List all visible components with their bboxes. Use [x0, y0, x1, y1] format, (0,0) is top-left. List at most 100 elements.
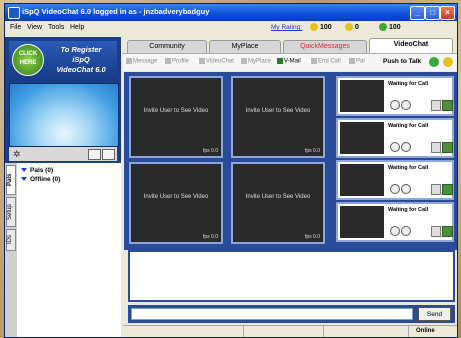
- zoom-in-icon[interactable]: [390, 226, 400, 236]
- pals-list: Pals (0) Offline (0): [17, 163, 121, 337]
- self-video-preview: [9, 83, 119, 147]
- tab-community[interactable]: Community: [127, 40, 207, 53]
- waiting-label: Waiting for Call: [388, 123, 429, 129]
- zoom-out-icon[interactable]: [401, 142, 411, 152]
- video-grid: Invite User to See Video fps 0.0 Invite …: [124, 72, 457, 250]
- profile-icon: [165, 58, 171, 64]
- expand-arrow-icon: [21, 168, 27, 173]
- waiting-label: Waiting for Call: [388, 81, 429, 87]
- chat-log[interactable]: [128, 250, 455, 302]
- speaker-icon[interactable]: [431, 226, 441, 237]
- menu-tools[interactable]: Tools: [48, 24, 64, 31]
- waiting-label: Waiting for Call: [388, 207, 429, 213]
- pal-button[interactable]: Pal: [349, 58, 365, 65]
- close-button[interactable]: ×: [440, 6, 455, 20]
- app-icon: [8, 7, 20, 19]
- vmail-button[interactable]: V-Mail: [277, 58, 301, 65]
- menu-file[interactable]: File: [10, 24, 21, 31]
- call-slot-4[interactable]: Waiting for Call: [336, 202, 454, 242]
- left-panel: CLICK HERE To Register iSpQ VideoChat 6.0…: [5, 37, 121, 337]
- message-button[interactable]: Message: [126, 58, 157, 65]
- main-tabs: Community MyPlace QuickMessages VideoCha…: [123, 37, 457, 53]
- side-tab-ids[interactable]: IDs: [6, 229, 16, 251]
- status-bar: Online: [123, 325, 457, 337]
- help-icon[interactable]: [443, 57, 453, 67]
- videochat-icon: [199, 58, 205, 64]
- call-slot-1[interactable]: Waiting for Call: [336, 76, 454, 116]
- coin-icon: [345, 23, 353, 31]
- push-to-talk-button[interactable]: Push to Talk: [383, 58, 421, 65]
- speaker-icon[interactable]: [431, 100, 441, 111]
- call-preview: [340, 206, 384, 238]
- video-slot-2[interactable]: Invite User to See Video fps 0.0: [231, 76, 325, 158]
- register-text: To Register iSpQ VideoChat 6.0: [56, 45, 106, 74]
- stat-green: 100: [379, 23, 401, 31]
- window-title: iSpQ VideoChat 6.0 logged in as - jnzbad…: [22, 7, 210, 16]
- side-tab-pals[interactable]: Pals: [6, 165, 16, 195]
- invite-text: Invite User to See Video: [143, 194, 209, 200]
- gold-coin-icon: [310, 23, 318, 31]
- endcall-button[interactable]: End Call: [311, 58, 341, 65]
- my-rating-link[interactable]: My Rating:: [271, 24, 302, 31]
- myplace-button[interactable]: MyPlace: [241, 58, 271, 65]
- status-divider: [323, 326, 324, 337]
- fps-label: fps 0.0: [202, 148, 218, 154]
- title-bar[interactable]: iSpQ VideoChat 6.0 logged in as - jnzbad…: [5, 4, 457, 21]
- small-view-button[interactable]: [88, 149, 101, 160]
- users-icon[interactable]: [442, 142, 453, 153]
- speaker-icon[interactable]: [431, 184, 441, 195]
- invite-text: Invite User to See Video: [245, 108, 311, 114]
- maximize-button[interactable]: □: [425, 6, 440, 20]
- app-window: iSpQ VideoChat 6.0 logged in as - jnzbad…: [4, 3, 458, 338]
- tab-myplace[interactable]: MyPlace: [209, 40, 281, 53]
- online-status[interactable]: Online: [416, 328, 435, 334]
- fps-label: fps 0.0: [202, 234, 218, 240]
- users-icon[interactable]: [442, 100, 453, 111]
- side-tab-setup[interactable]: Setup: [6, 197, 16, 227]
- zoom-out-icon[interactable]: [401, 100, 411, 110]
- speaker-icon[interactable]: [431, 142, 441, 153]
- fps-label: fps 0.0: [304, 148, 320, 154]
- menu-bar: File View Tools Help My Rating: 100 0 10…: [5, 21, 457, 35]
- send-button[interactable]: Send: [418, 307, 451, 321]
- message-icon: [126, 58, 132, 64]
- register-banner[interactable]: CLICK HERE To Register iSpQ VideoChat 6.0: [9, 41, 117, 81]
- offline-group[interactable]: Offline (0): [21, 176, 60, 183]
- message-input-row: Send: [128, 305, 455, 323]
- click-here-badge[interactable]: CLICK HERE: [12, 44, 44, 76]
- fps-label: fps 0.0: [304, 234, 320, 240]
- tab-quickmessages[interactable]: QuickMessages: [283, 40, 367, 53]
- users-icon[interactable]: [442, 226, 453, 237]
- menu-view[interactable]: View: [27, 24, 42, 31]
- video-slot-3[interactable]: Invite User to See Video fps 0.0: [129, 162, 223, 244]
- call-slot-3[interactable]: Waiting for Call: [336, 160, 454, 200]
- zoom-out-icon[interactable]: [401, 184, 411, 194]
- video-slot-4[interactable]: Invite User to See Video fps 0.0: [231, 162, 325, 244]
- minimize-button[interactable]: _: [410, 6, 425, 20]
- settings-icon[interactable]: ✲: [13, 149, 23, 159]
- zoom-out-icon[interactable]: [401, 226, 411, 236]
- vmail-icon: [277, 58, 283, 64]
- options-icon[interactable]: [429, 57, 439, 67]
- users-icon[interactable]: [442, 184, 453, 195]
- profile-button[interactable]: Profile: [165, 58, 189, 65]
- message-input[interactable]: [131, 308, 413, 320]
- call-preview: [340, 122, 384, 154]
- pals-group[interactable]: Pals (0): [21, 167, 53, 174]
- call-slot-2[interactable]: Waiting for Call: [336, 118, 454, 158]
- video-slot-1[interactable]: Invite User to See Video fps 0.0: [129, 76, 223, 158]
- myplace-icon: [241, 58, 247, 64]
- stat-gold: 100: [310, 23, 332, 31]
- videochat-button[interactable]: VideoChat: [199, 58, 234, 65]
- invite-text: Invite User to See Video: [143, 108, 209, 114]
- zoom-in-icon[interactable]: [390, 100, 400, 110]
- invite-text: Invite User to See Video: [245, 194, 311, 200]
- tab-videochat[interactable]: VideoChat: [369, 38, 453, 53]
- large-view-button[interactable]: [102, 149, 115, 160]
- menu-help[interactable]: Help: [70, 24, 84, 31]
- waiting-label: Waiting for Call: [388, 165, 429, 171]
- endcall-icon: [311, 58, 317, 64]
- call-preview: [340, 80, 384, 112]
- zoom-in-icon[interactable]: [390, 142, 400, 152]
- zoom-in-icon[interactable]: [390, 184, 400, 194]
